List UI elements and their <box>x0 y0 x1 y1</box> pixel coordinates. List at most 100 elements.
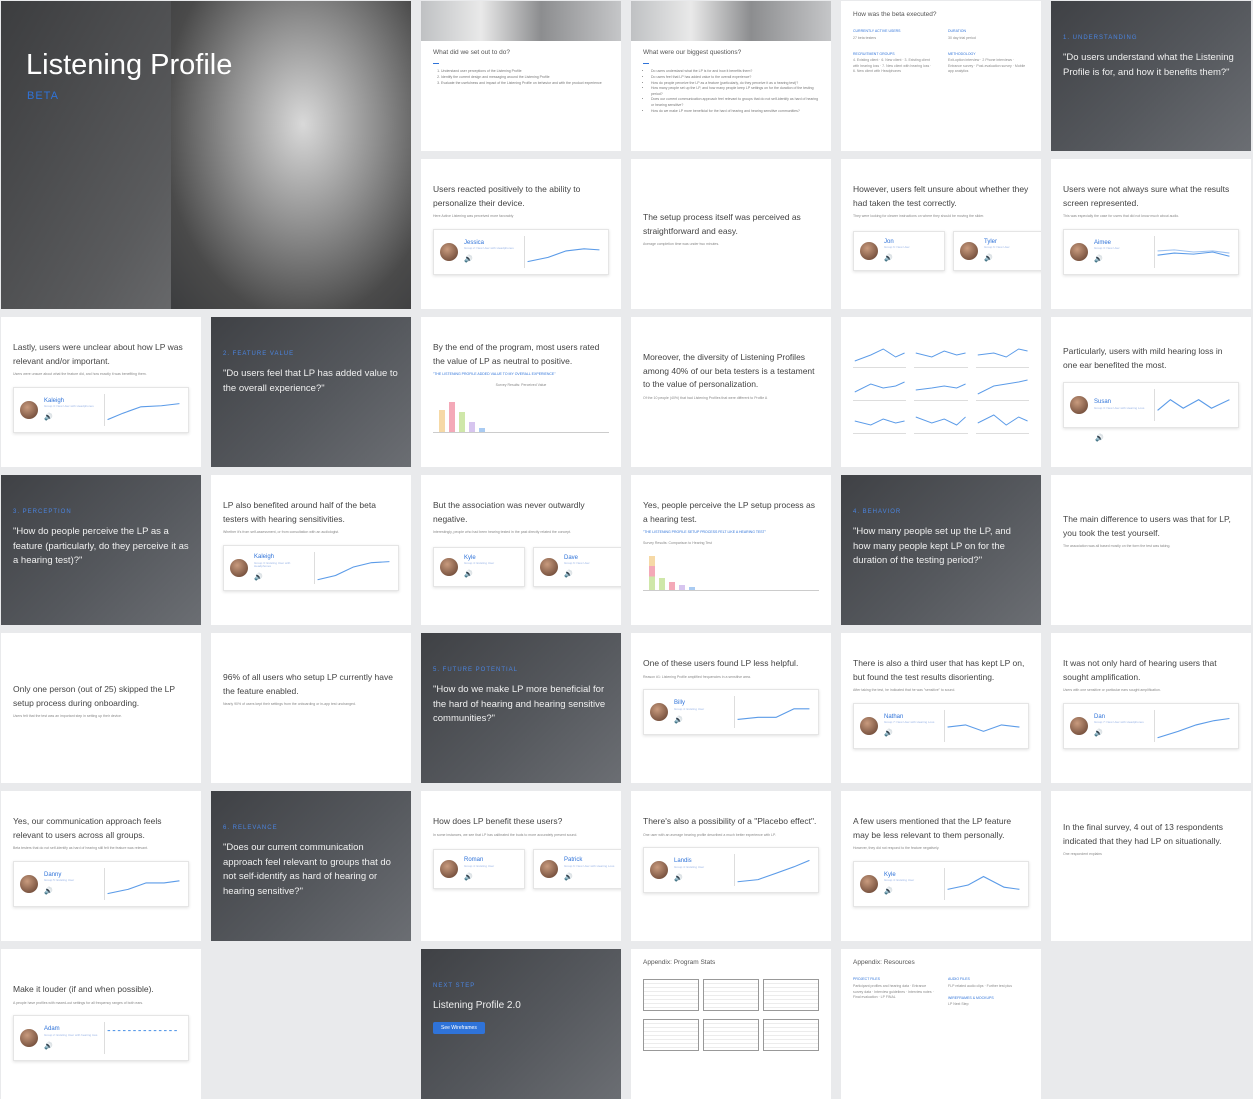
detail-text: 27 beta testers <box>853 35 877 40</box>
slide-personalize[interactable]: Users reacted positively to the ability … <box>421 159 621 309</box>
title-slide[interactable]: Listening Profile BETA <box>1 1 411 309</box>
slide-heading: How does LP benefit these users? <box>433 816 563 826</box>
slide-appendix-stats[interactable]: Appendix: Program Stats <box>631 949 831 1099</box>
slide-unsure-test[interactable]: However, users felt unsure about whether… <box>841 159 1041 309</box>
user-quote-card[interactable]: Kyle Group 4: Existing User 🔊 <box>853 861 1029 908</box>
resource-links[interactable]: LP Next Step <box>948 1002 1029 1008</box>
slide-question-understanding[interactable]: 1. UNDERSTANDING "Do users understand wh… <box>1051 1 1251 151</box>
speaker-icon[interactable]: 🔊 <box>44 413 98 422</box>
resource-links[interactable]: Participant profiles and hearing data · … <box>853 984 934 1001</box>
speaker-icon[interactable]: 🔊 <box>884 254 938 263</box>
slide-mild-hearing-loss[interactable]: Particularly, users with mild hearing lo… <box>1051 317 1251 467</box>
slide-question-relevance[interactable]: 6. RELEVANCE "Does our current communica… <box>211 791 411 941</box>
user-quote-card[interactable]: Adam Group 2: Existing User with hearing … <box>13 1015 189 1062</box>
slide-value-rating[interactable]: By the end of the program, most users ra… <box>421 317 621 467</box>
user-quote-card[interactable]: Danny Group 5: Existing User 🔊 <box>13 861 189 908</box>
slide-final-survey[interactable]: In the final survey, 4 out of 13 respond… <box>1051 791 1251 941</box>
bar <box>669 581 675 590</box>
resource-links[interactable]: FLP related audio clips · Further test p… <box>948 984 1029 990</box>
speaker-icon[interactable]: 🔊 <box>44 887 98 896</box>
user-quote-card[interactable]: Landis Group 4: Existing User 🔊 <box>643 847 819 894</box>
slide-question-behavior[interactable]: 4. BEHAVIOR "How many people set up the … <box>841 475 1041 625</box>
user-quote-card[interactable]: Patrick Group 6: New User with Hearing Lo… <box>533 849 621 890</box>
user-quote-card[interactable]: Kyle Group 4: Existing User 🔊 <box>433 547 525 588</box>
slide-lp-benefit[interactable]: How does LP benefit these users? In some… <box>421 791 621 941</box>
slide-goals[interactable]: What did we set out to do? Understand us… <box>421 1 621 151</box>
slide-feature-enabled[interactable]: 96% of all users who setup LP currently … <box>211 633 411 783</box>
slide-hearing-sensitivity[interactable]: LP also benefited around half of the bet… <box>211 475 411 625</box>
slide-profile-charts[interactable] <box>841 317 1041 467</box>
user-group: Group 2: Existing User with hearing loss <box>44 1032 98 1037</box>
slide-placebo[interactable]: There's also a possibility of a "Placebo… <box>631 791 831 941</box>
user-quote-card[interactable]: Roman Group 4: Existing User 🔊 <box>433 849 525 890</box>
user-quote-card[interactable]: Nathan Group 7: New User with Hearing Los… <box>853 703 1029 750</box>
slide-heading: Only one person (out of 25) skipped the … <box>13 684 175 708</box>
user-quote-card[interactable]: Kaleigh Group 3: Existing User with Headp… <box>223 545 399 592</box>
stats-table <box>703 1019 759 1052</box>
user-group: Group 6: New User <box>984 245 1010 250</box>
see-wireframes-button[interactable]: See Wireframes <box>433 1021 485 1035</box>
speaker-icon[interactable]: 🔊 <box>884 729 938 738</box>
slide-not-negative[interactable]: But the association was never outwardly … <box>421 475 621 625</box>
user-quote-card[interactable]: Kaleigh Group 3: New User with Headphones… <box>13 387 189 434</box>
user-group: Group 3: New User with Headphones <box>44 404 94 409</box>
speaker-icon[interactable]: 🔊 <box>464 873 518 882</box>
slide-setup-easy[interactable]: The setup process itself was perceived a… <box>631 159 831 309</box>
user-quote-card[interactable]: Aimee Group 3: New User 🔊 <box>1063 229 1239 276</box>
speaker-icon[interactable]: 🔊 <box>564 570 618 579</box>
speaker-icon[interactable]: 🔊 <box>984 254 1038 263</box>
slide-hearing-test-perception[interactable]: Yes, people perceive the LP setup proces… <box>631 475 831 625</box>
slide-execution[interactable]: How was the beta executed? CURRENTLY ACT… <box>841 1 1041 151</box>
user-quote-card[interactable]: Billy Group 4: Existing User 🔊 <box>643 689 819 736</box>
slide-amplification[interactable]: It was not only hard of hearing users th… <box>1051 633 1251 783</box>
speaker-icon[interactable]: 🔊 <box>1094 255 1148 264</box>
slide-disorienting[interactable]: There is also a third user that has kept… <box>841 633 1041 783</box>
speaker-icon[interactable]: 🔊 <box>674 874 728 883</box>
slide-skipped-setup[interactable]: Only one person (out of 25) skipped the … <box>1 633 201 783</box>
slide-question-value[interactable]: 2. FEATURE VALUE "Do users feel that LP … <box>211 317 411 467</box>
speaker-icon[interactable]: 🔊 <box>44 1042 98 1051</box>
stats-tables <box>643 975 819 1052</box>
mini-line-chart <box>1154 389 1232 422</box>
slide-appendix-resources[interactable]: Appendix: Resources PROJECT FILES Partic… <box>841 949 1041 1099</box>
slide-less-relevant[interactable]: A few users mentioned that the LP featur… <box>841 791 1041 941</box>
slide-main-difference[interactable]: The main difference to users was that fo… <box>1051 475 1251 625</box>
user-quote-card[interactable]: Tyler Group 6: New User 🔊 <box>953 231 1041 272</box>
slide-subtext: A people have profiles with maxed-out se… <box>13 1000 144 1005</box>
speaker-icon[interactable]: 🔊 <box>464 255 518 264</box>
speaker-icon[interactable]: 🔊 <box>884 887 938 896</box>
slide-make-louder[interactable]: Make it louder (if and when possible). A… <box>1 949 201 1099</box>
slide-profile-diversity[interactable]: Moreover, the diversity of Listening Pro… <box>631 317 831 467</box>
slide-communication-relevant[interactable]: Yes, our communication approach feels re… <box>1 791 201 941</box>
mini-line-chart <box>914 374 968 401</box>
speaker-icon[interactable]: 🔊 <box>464 570 518 579</box>
slide-next-step[interactable]: NEXT STEP Listening Profile 2.0 See Wire… <box>421 949 621 1099</box>
slide-results-screen[interactable]: Users were not always sure what the resu… <box>1051 159 1251 309</box>
speaker-icon[interactable]: 🔊 <box>1095 434 1239 443</box>
slide-unclear-relevance[interactable]: Lastly, users were unclear about how LP … <box>1 317 201 467</box>
slide-subtext: Nearly 90% of users kept their settings … <box>223 702 356 707</box>
speaker-icon[interactable]: 🔊 <box>674 716 728 725</box>
slide-subtext: Users felt that the test was an importan… <box>13 714 122 719</box>
speaker-icon[interactable]: 🔊 <box>254 573 308 582</box>
user-quote-card[interactable]: Dave Group 6: New User 🔊 <box>533 547 621 588</box>
user-quote-card[interactable]: Jon Group 6: New User 🔊 <box>853 231 945 272</box>
slide-question-perception[interactable]: 3. PERCEPTION "How do people perceive th… <box>1 475 201 625</box>
speaker-icon[interactable]: 🔊 <box>1094 729 1148 738</box>
speaker-icon[interactable]: 🔊 <box>564 873 618 882</box>
slide-heading: In the final survey, 4 out of 13 respond… <box>1063 822 1224 846</box>
user-quote-card[interactable]: Susan Group 3: New User with Hearing Loss <box>1063 382 1239 429</box>
slide-question-future[interactable]: 5. FUTURE POTENTIAL "How do we make LP m… <box>421 633 621 783</box>
slide-heading: Moreover, the diversity of Listening Pro… <box>643 352 815 390</box>
slide-less-helpful[interactable]: One of these users found LP less helpful… <box>631 633 831 783</box>
user-quote-card[interactable]: Jessica Group 2: New User with Headphone… <box>433 229 609 276</box>
mini-line-chart <box>944 710 1022 743</box>
user-quote-pair: Jon Group 6: New User 🔊 Tyler Group 6: New … <box>853 231 1041 272</box>
stats-table <box>763 979 819 1012</box>
avatar <box>20 401 38 420</box>
slide-deck-overview: Listening Profile BETA What did we set o… <box>0 0 1253 1099</box>
slide-questions[interactable]: What were our biggest questions? Do user… <box>631 1 831 151</box>
team-photo <box>421 1 621 41</box>
user-quote-card[interactable]: Dan Group 7: New User with Headphones 🔊 <box>1063 703 1239 750</box>
stats-table <box>643 979 699 1012</box>
